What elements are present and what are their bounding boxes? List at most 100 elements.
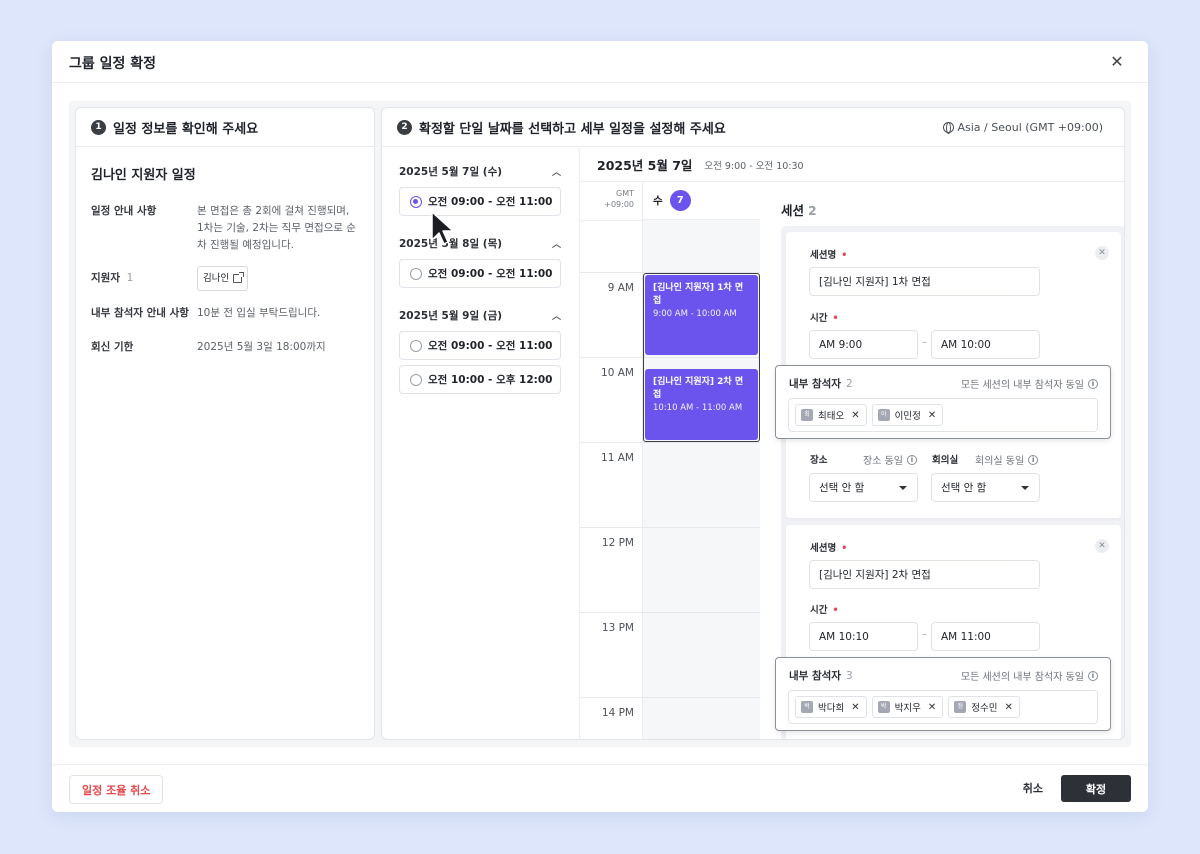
remove-tag-icon[interactable]: ✕: [851, 410, 859, 421]
calendar-range: 오전 9:00 - 오전 10:30: [704, 160, 804, 172]
applicant-count: 1: [126, 272, 134, 284]
avatar: 정: [954, 701, 967, 713]
remove-tag-icon[interactable]: ✕: [851, 702, 859, 713]
session-name-input[interactable]: [김나인 지원자] 2차 면접: [809, 560, 1040, 589]
schedule-title: 김나인 지원자 일정: [91, 168, 196, 183]
start-time-input[interactable]: AM 10:10: [809, 622, 918, 651]
date-header[interactable]: 2025년 5월 8일 (목) ︿: [399, 235, 561, 251]
same-room-hint[interactable]: 회의실 동일 i: [975, 452, 1039, 467]
participant-name: 이민정: [894, 411, 921, 422]
end-time-input[interactable]: AM 10:00: [931, 330, 1040, 359]
avatar: 박: [877, 701, 890, 713]
date-header[interactable]: 2025년 5월 7일 (수) ︿: [399, 163, 561, 179]
info-icon: i: [1028, 454, 1039, 465]
info-panel-heading: 1 일정 정보를 확인해 주세요: [76, 108, 374, 147]
place-select[interactable]: 선택 안 함: [809, 473, 918, 502]
weekday-label: 수: [653, 195, 663, 207]
info-value: 2025년 5월 3일 18:00까지: [197, 341, 326, 353]
session-heading-text: 세션: [781, 203, 805, 218]
hour-label: 9 AM: [607, 282, 634, 294]
hour-label: 12 PM: [601, 537, 634, 549]
group-schedule-modal: 그룹 일정 확정 ✕ 1 일정 정보를 확인해 주세요 김나인 지원자 일정 일…: [52, 41, 1148, 812]
remove-tag-icon[interactable]: ✕: [928, 702, 936, 713]
field-label-session-name: 세션명 •: [810, 540, 847, 554]
participants-field: 내부 참석자 3 모든 세션의 내부 참석자 동일 i 박 박다희 ✕ 박 박지우 ✕ 정정…: [775, 657, 1111, 731]
range-dash: –: [922, 629, 927, 640]
cancel-scheduling-button[interactable]: 일정 조율 취소: [69, 775, 164, 804]
session-count: 2: [808, 203, 817, 218]
room-select[interactable]: 선택 안 함: [931, 473, 1040, 502]
remove-session-icon[interactable]: ✕: [1095, 539, 1109, 553]
chevron-up-icon: ︿: [551, 167, 561, 178]
hint-text: 모든 세션의 내부 참석자 동일: [960, 380, 1084, 391]
participants-count: 2: [845, 378, 853, 390]
date-label: 2025년 5월 7일 (수): [399, 165, 503, 178]
remove-tag-icon[interactable]: ✕: [1004, 702, 1012, 713]
field-label-text: 세션명: [810, 250, 837, 261]
select-value: 선택 안 함: [819, 482, 865, 494]
field-label-text: 세션명: [810, 543, 837, 554]
info-label: 내부 참석자 안내 사항: [91, 307, 189, 319]
hint-text: 모든 세션의 내부 참석자 동일: [960, 672, 1084, 683]
session-name-input[interactable]: [김나인 지원자] 1차 면접: [809, 267, 1040, 296]
info-value: 김나인: [197, 266, 357, 291]
calendar-event[interactable]: [김나인 지원자] 1차 면접 9:00 AM - 10:00 AM: [645, 275, 758, 355]
start-time-input[interactable]: AM 9:00: [809, 330, 918, 359]
required-mark: •: [832, 313, 839, 324]
radio[interactable]: [410, 267, 422, 280]
close-icon[interactable]: ✕: [1108, 53, 1126, 71]
cancel-button[interactable]: 취소: [1023, 780, 1043, 796]
applicant-chip[interactable]: 김나인: [197, 266, 249, 291]
date-options: 2025년 5월 7일 (수) ︿ 오전 09:00 - 오전 11:00 20…: [382, 148, 580, 739]
same-participants-hint[interactable]: 모든 세션의 내부 참석자 동일 i: [961, 668, 1098, 683]
schedule-panel-heading: 2 확정할 단일 날짜를 선택하고 세부 일정을 설정해 주세요 Asia / …: [382, 108, 1124, 147]
field-label-place: 장소: [810, 455, 828, 466]
external-link-icon: [233, 272, 245, 283]
participant-tag: 최 최태오 ✕: [795, 404, 867, 426]
radio[interactable]: [410, 339, 422, 352]
slot-label: 오전 10:00 - 오후 12:00: [428, 374, 553, 386]
participants-input[interactable]: 박 박다희 ✕ 박 박지우 ✕ 정 정수민 ✕: [788, 690, 1098, 724]
info-icon: i: [1088, 670, 1098, 681]
hour-label: 13 PM: [601, 622, 634, 634]
field-label-room: 회의실: [932, 455, 959, 466]
radio[interactable]: [410, 373, 422, 386]
date-header[interactable]: 2025년 5월 9일 (금) ︿: [399, 307, 561, 323]
participants-label-text: 내부 참석자: [789, 670, 841, 682]
info-value: 10분 전 입실 부탁드립니다.: [197, 307, 321, 319]
range-dash: –: [922, 337, 927, 348]
participants-label-text: 내부 참석자: [789, 378, 841, 390]
chevron-up-icon: ︿: [551, 311, 561, 322]
calendar-event[interactable]: [김나인 지원자] 2차 면접 10:10 AM - 11:00 AM: [645, 369, 758, 440]
end-time-input[interactable]: AM 11:00: [931, 622, 1040, 651]
radio-checked[interactable]: [410, 195, 422, 208]
remove-session-icon[interactable]: ✕: [1095, 246, 1109, 260]
time-slot-option[interactable]: 오전 09:00 - 오전 11:00: [399, 187, 561, 216]
time-slot-option[interactable]: 오전 09:00 - 오전 11:00: [399, 259, 561, 288]
confirm-button[interactable]: 확정: [1061, 775, 1131, 802]
calendar-grid: GMT +09:00 수 7 9 AM 10 AM 11 AM 12 PM 13…: [580, 182, 760, 739]
participants-field: 내부 참석자 2 모든 세션의 내부 참석자 동일 i 최 최태오 ✕ 이 이민정 ✕: [775, 365, 1111, 439]
event-title: [김나인 지원자] 1차 면접: [653, 283, 744, 306]
participants-input[interactable]: 최 최태오 ✕ 이 이민정 ✕: [788, 398, 1098, 432]
schedule-panel-heading-text: 확정할 단일 날짜를 선택하고 세부 일정을 설정해 주세요: [419, 121, 726, 137]
hour-line: [580, 612, 760, 613]
select-value: 선택 안 함: [941, 482, 987, 494]
gmt-label: GMT +09:00: [580, 188, 634, 210]
info-panel: 1 일정 정보를 확인해 주세요 김나인 지원자 일정 일정 안내 사항 본 면…: [75, 107, 375, 740]
same-participants-hint[interactable]: 모든 세션의 내부 참석자 동일 i: [961, 376, 1098, 391]
date-group: 2025년 5월 7일 (수) ︿ 오전 09:00 - 오전 11:00: [399, 163, 561, 216]
participant-name: 정수민: [971, 703, 998, 714]
time-slot-option[interactable]: 오전 09:00 - 오전 11:00: [399, 331, 561, 360]
step-number: 1: [91, 119, 106, 135]
remove-tag-icon[interactable]: ✕: [928, 410, 936, 421]
required-mark: •: [832, 605, 839, 616]
time-slot-option[interactable]: 오전 10:00 - 오후 12:00: [399, 365, 561, 394]
event-time: 10:10 AM - 11:00 AM: [653, 403, 743, 413]
event-title: [김나인 지원자] 2차 면접: [653, 377, 744, 400]
same-place-hint[interactable]: 장소 동일 i: [863, 452, 917, 467]
date-label: 2025년 5월 9일 (금): [399, 309, 503, 322]
participants-label: 내부 참석자 2: [789, 376, 853, 391]
avatar: 이: [877, 409, 890, 421]
field-label-text: 시간: [810, 313, 828, 324]
